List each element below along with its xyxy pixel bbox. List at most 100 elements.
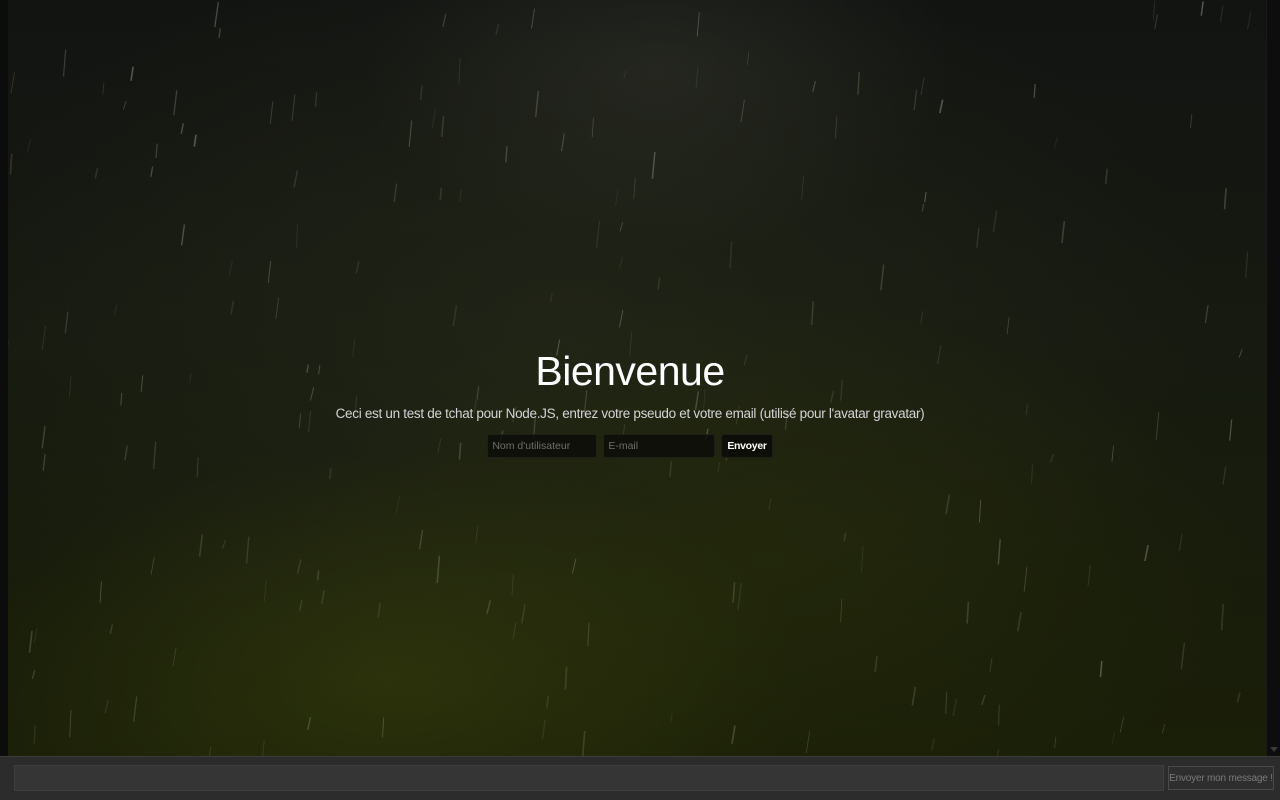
rain-streak	[860, 546, 864, 573]
rain-streak	[9, 153, 13, 175]
chat-page: Bienvenue Ceci est un test de tchat pour…	[0, 0, 1280, 800]
rain-streak	[534, 90, 540, 117]
rain-streak	[571, 558, 577, 574]
rain-streak	[531, 8, 535, 29]
rain-streak	[122, 100, 127, 110]
rain-streak	[812, 80, 817, 92]
rain-streak	[1033, 83, 1036, 98]
rain-streak	[880, 264, 885, 291]
rain-streak	[150, 166, 154, 178]
rain-streak	[102, 82, 105, 95]
rain-streak	[1204, 305, 1209, 324]
rain-streak	[696, 12, 700, 37]
rain-streak	[10, 72, 15, 94]
rain-streak	[193, 134, 197, 147]
rain-streak	[1119, 716, 1125, 733]
rain-streak	[920, 311, 924, 324]
rain-streak	[911, 686, 917, 706]
rain-streak	[857, 72, 860, 95]
rain-streak	[1154, 14, 1158, 29]
rain-streak	[921, 203, 925, 212]
rain-streak	[717, 461, 721, 473]
rain-streak	[619, 221, 624, 232]
rain-streak	[62, 49, 67, 77]
rain-streak	[382, 717, 385, 738]
rain-streak	[475, 526, 479, 543]
rain-streak	[843, 532, 847, 542]
submit-button[interactable]: Envoyer	[721, 434, 773, 458]
rain-streak	[996, 749, 1000, 756]
rain-streak	[966, 601, 970, 624]
scroll-down-arrow-icon[interactable]	[1270, 747, 1278, 752]
rain-streak	[1245, 251, 1249, 279]
rain-streak	[1111, 732, 1115, 744]
rain-streak	[945, 494, 951, 515]
rain-streak	[768, 499, 772, 510]
rain-streak	[746, 51, 750, 66]
rain-streak	[1180, 642, 1186, 669]
rain-streak	[262, 740, 265, 756]
rain-streak	[1236, 692, 1241, 703]
rain-streak	[459, 189, 462, 203]
rain-streak	[1087, 564, 1091, 586]
rain-streak	[26, 137, 32, 153]
rain-streak	[1161, 723, 1166, 734]
rain-streak	[997, 704, 1001, 726]
rain-background: Bienvenue Ceci est un test de tchat pour…	[8, 0, 1266, 756]
rain-streak	[377, 602, 382, 618]
rain-streak	[293, 170, 299, 188]
rain-streak	[1189, 113, 1193, 129]
rain-streak	[976, 227, 980, 248]
rain-streak	[1061, 220, 1066, 244]
rain-streak	[439, 187, 443, 201]
rain-streak	[591, 117, 595, 138]
rain-streak	[109, 624, 114, 634]
rain-streak	[805, 731, 811, 753]
rain-streak	[31, 669, 36, 680]
rain-streak	[150, 556, 155, 575]
rain-streak	[28, 630, 33, 653]
rain-streak	[1030, 464, 1034, 484]
rain-streak	[512, 622, 517, 640]
rain-streak	[113, 304, 118, 316]
rain-streak	[130, 66, 134, 81]
rain-streak	[196, 457, 199, 478]
welcome-description: Ceci est un test de tchat pour Node.JS, …	[335, 406, 925, 421]
rain-streak	[209, 746, 212, 756]
rain-streak	[945, 691, 948, 714]
rain-streak	[230, 300, 235, 315]
left-edge	[0, 0, 8, 756]
rain-streak	[172, 647, 177, 666]
rain-streak	[419, 85, 423, 100]
rain-streak	[314, 92, 318, 107]
rain-streak	[939, 99, 944, 114]
rain-streak	[486, 600, 492, 614]
rain-streak	[1006, 317, 1010, 335]
login-form: Envoyer	[8, 434, 1252, 458]
rain-streak	[633, 177, 636, 200]
page-title: Bienvenue	[535, 348, 725, 394]
rain-streak	[541, 719, 547, 740]
rain-streak	[657, 277, 661, 290]
rain-streak	[1223, 188, 1227, 210]
rain-streak	[408, 120, 413, 147]
rain-streak	[458, 58, 461, 85]
message-input[interactable]	[14, 765, 1164, 791]
rain-streak	[920, 77, 925, 96]
email-input[interactable]	[603, 434, 716, 458]
username-input[interactable]	[487, 434, 598, 458]
rain-streak	[64, 311, 69, 334]
send-message-button[interactable]: Envoyer mon message !	[1168, 766, 1274, 790]
rain-streak	[615, 189, 619, 206]
rain-streak	[442, 13, 447, 28]
rain-streak	[269, 101, 274, 124]
rain-streak	[1247, 11, 1252, 30]
rain-streak	[214, 2, 219, 28]
rain-streak	[546, 695, 550, 708]
scrollbar[interactable]	[1266, 0, 1280, 756]
rain-streak	[180, 224, 186, 246]
rain-streak	[596, 220, 601, 248]
rain-streak	[267, 260, 272, 284]
rain-streak	[623, 70, 627, 79]
rain-streak	[452, 305, 458, 327]
